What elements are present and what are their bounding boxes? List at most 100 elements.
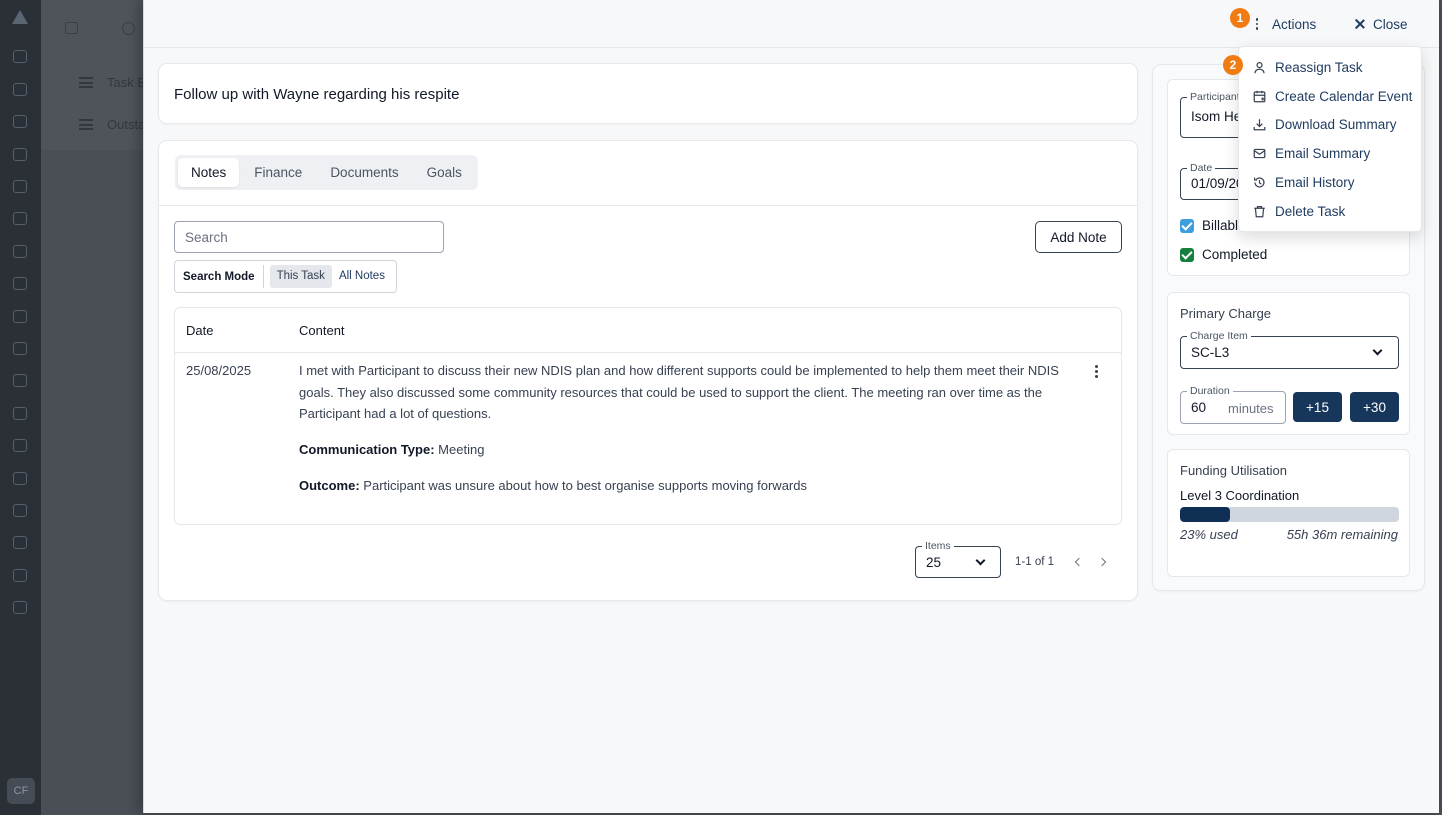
- chart-icon[interactable]: [13, 310, 27, 323]
- submenu-item-outstanding[interactable]: Outsta: [79, 117, 145, 132]
- date-value: 01/09/20: [1191, 176, 1244, 191]
- search-mode-toggle: Search Mode This Task All Notes: [174, 260, 397, 293]
- task-title: Follow up with Wayne regarding his respi…: [174, 86, 460, 103]
- calendar-plus-icon: [1253, 90, 1266, 103]
- list-icon: [79, 77, 93, 88]
- menu-item-reassign-task[interactable]: Reassign Task: [1239, 53, 1421, 82]
- search-input[interactable]: [174, 221, 444, 253]
- menu-item-download-summary[interactable]: Download Summary: [1239, 111, 1421, 140]
- menu-item-create-calendar-event[interactable]: Create Calendar Event: [1239, 82, 1421, 111]
- search-mode-all-notes[interactable]: All Notes: [332, 265, 392, 288]
- completed-checkbox-row[interactable]: Completed: [1180, 247, 1267, 262]
- inbox-icon[interactable]: [13, 504, 27, 517]
- settings-circle-icon[interactable]: [122, 22, 135, 35]
- funding-progress-fill: [1180, 507, 1231, 522]
- history-icon: [1254, 177, 1265, 188]
- search-mode-this-task[interactable]: This Task: [269, 265, 332, 288]
- funding-item: Level 3 Coordination: [1180, 488, 1300, 503]
- menu-item-email-history[interactable]: Email History: [1239, 168, 1421, 197]
- next-page-icon[interactable]: [1097, 557, 1107, 567]
- user-icon: [1254, 61, 1265, 74]
- trash-icon: [1254, 205, 1265, 218]
- dashboard-icon[interactable]: [13, 50, 27, 63]
- row-menu-icon[interactable]: [1095, 365, 1098, 378]
- charge-item-value: SC-L3: [1191, 345, 1230, 360]
- note-communication-type: Communication Type: Meeting: [299, 442, 485, 457]
- note-content: I met with Participant to discuss their …: [299, 360, 1059, 511]
- step-badge-1: 1: [1230, 8, 1250, 28]
- add-30-button[interactable]: +30: [1350, 392, 1399, 422]
- menu-item-delete-task[interactable]: Delete Task: [1239, 197, 1421, 226]
- actions-button[interactable]: Actions: [1252, 13, 1316, 35]
- divider: [175, 352, 1121, 353]
- chevron-down-icon: [1372, 345, 1383, 356]
- completed-label: Completed: [1202, 247, 1268, 262]
- submenu-item-tasks[interactable]: Task B: [79, 75, 146, 90]
- menu-item-email-summary[interactable]: Email Summary: [1239, 139, 1421, 168]
- duration-value: 60: [1191, 400, 1207, 415]
- close-button[interactable]: Close: [1355, 13, 1408, 35]
- note-date: 25/08/2025: [186, 363, 252, 378]
- people-icon[interactable]: [13, 180, 27, 193]
- tab-notes[interactable]: Notes: [178, 158, 240, 187]
- folder-icon[interactable]: [13, 407, 27, 420]
- alert-icon[interactable]: [13, 245, 27, 258]
- billing-icon[interactable]: [13, 601, 27, 614]
- gear-icon[interactable]: [13, 569, 27, 582]
- app-submenu: Task B Outsta: [41, 0, 151, 150]
- add-15-button[interactable]: +15: [1293, 392, 1342, 422]
- clock-icon[interactable]: [13, 342, 27, 355]
- calendar-icon[interactable]: [13, 83, 27, 96]
- book-icon[interactable]: [13, 212, 27, 225]
- column-header-content[interactable]: Content: [299, 323, 345, 338]
- user-avatar[interactable]: CF: [7, 778, 35, 804]
- schedule-icon[interactable]: [13, 148, 27, 161]
- step-badge-2: 2: [1223, 55, 1243, 75]
- tab-documents[interactable]: Documents: [317, 158, 411, 187]
- date-label: Date: [1187, 162, 1216, 174]
- completed-checkbox[interactable]: [1180, 247, 1194, 262]
- download-icon: [1253, 119, 1266, 131]
- mail-icon: [1253, 149, 1266, 159]
- report-icon[interactable]: [13, 439, 27, 452]
- task-title-card: Follow up with Wayne regarding his respi…: [158, 63, 1138, 124]
- app-logo-icon: [12, 10, 28, 24]
- library-icon[interactable]: [13, 374, 27, 387]
- charge-item-select[interactable]: Charge Item SC-L3: [1180, 330, 1399, 369]
- prev-page-icon[interactable]: [1074, 557, 1084, 567]
- close-icon: [1355, 19, 1365, 29]
- funding-remaining: 55h 36m remaining: [1286, 527, 1398, 542]
- actions-menu: Reassign Task Create Calendar Event Down…: [1238, 46, 1422, 232]
- search-mode-label: Search Mode: [183, 270, 255, 283]
- duration-unit: minutes: [1228, 401, 1274, 416]
- funding-used: 23% used: [1180, 527, 1238, 542]
- add-note-button[interactable]: Add Note: [1035, 221, 1122, 253]
- users-settings-icon[interactable]: [13, 536, 27, 549]
- tab-goals[interactable]: Goals: [414, 158, 475, 187]
- divider: [262, 265, 264, 288]
- tab-bar: Notes Finance Documents Goals: [175, 155, 478, 190]
- document-icon[interactable]: [13, 277, 27, 290]
- tab-finance[interactable]: Finance: [241, 158, 315, 187]
- primary-charge-title: Primary Charge: [1180, 306, 1272, 321]
- duration-field[interactable]: Duration 60 minutes: [1180, 385, 1286, 424]
- column-header-date[interactable]: Date: [186, 323, 213, 338]
- app-sidebar-rail: CF: [0, 0, 41, 815]
- pagination-range: 1-1 of 1: [1015, 556, 1054, 568]
- funding-title: Funding Utilisation: [1180, 463, 1287, 478]
- tasks-icon[interactable]: [13, 115, 27, 128]
- divider: [159, 205, 1137, 206]
- funding-progress-bar: [1180, 507, 1399, 522]
- items-value: 25: [926, 555, 942, 570]
- billable-checkbox[interactable]: [1180, 218, 1194, 233]
- sidebar-toggle-icon[interactable]: [65, 22, 78, 34]
- billable-checkbox-row[interactable]: Billable: [1180, 218, 1246, 233]
- list-icon: [79, 119, 93, 130]
- bell-icon[interactable]: [13, 472, 27, 485]
- participant-value: Isom He: [1191, 109, 1242, 124]
- note-body: I met with Participant to discuss their …: [299, 363, 1059, 421]
- charge-item-label: Charge Item: [1187, 330, 1251, 342]
- chevron-down-icon: [975, 555, 986, 566]
- kebab-icon: [1252, 18, 1262, 30]
- items-per-page-select[interactable]: Items 25: [915, 540, 1001, 578]
